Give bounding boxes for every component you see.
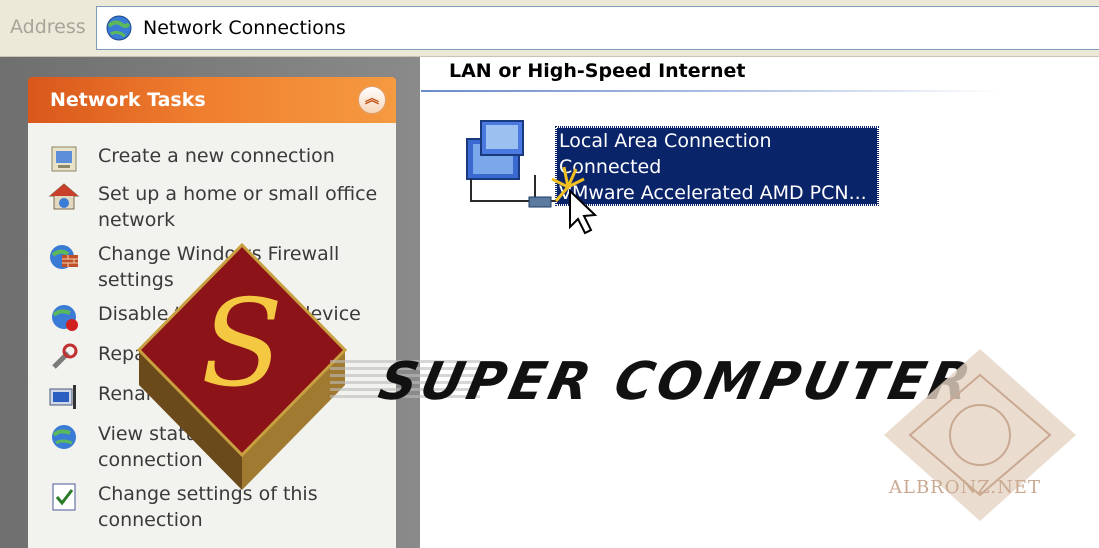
network-tasks-header[interactable]: Network Tasks ︽ — [28, 77, 396, 123]
group-header: LAN or High-Speed Internet — [449, 60, 746, 82]
albronz-seal-icon — [884, 349, 1076, 521]
task-label: Set up a home or small office network — [98, 183, 378, 231]
home-network-icon — [48, 183, 80, 210]
lan-connection-icon[interactable] — [451, 117, 563, 217]
task-home-network[interactable]: Set up a home or small office network — [48, 181, 378, 233]
address-value: Network Connections — [143, 17, 346, 39]
repair-icon — [52, 343, 78, 369]
super-computer-logo-icon: S — [136, 242, 348, 490]
address-bar: Address Network Connections — [0, 0, 1099, 57]
task-label: Create a new connection — [98, 145, 335, 167]
network-tasks-title: Network Tasks — [50, 89, 206, 111]
address-field[interactable]: Network Connections — [96, 6, 1099, 50]
albronz-watermark-text: ALBRONZ.NET — [889, 477, 1042, 498]
firewall-icon — [50, 245, 78, 269]
disable-device-icon — [52, 305, 78, 331]
network-connections-icon — [106, 15, 132, 41]
address-label: Address — [10, 16, 86, 38]
logo-letter: S — [201, 275, 283, 414]
chevron-double-up-icon[interactable]: ︽ — [358, 86, 386, 114]
rename-icon — [49, 385, 76, 409]
new-connection-icon — [51, 146, 77, 172]
view-status-icon — [52, 425, 76, 449]
task-create-connection[interactable]: Create a new connection — [48, 143, 378, 175]
settings-icon — [52, 483, 76, 511]
group-divider — [421, 90, 1001, 92]
mouse-cursor-icon — [551, 166, 598, 235]
connection-name: Local Area Connection — [559, 130, 772, 152]
